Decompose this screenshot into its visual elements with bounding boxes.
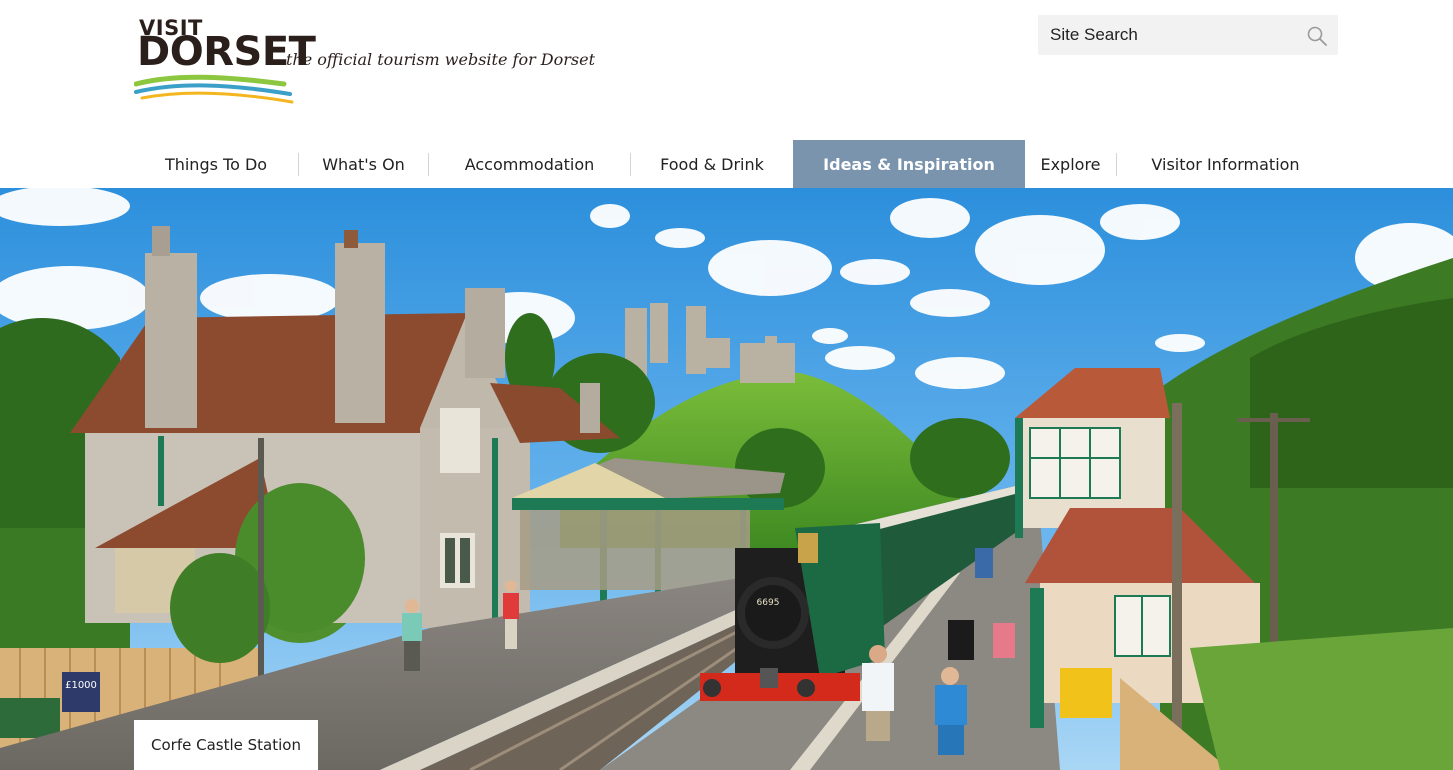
site-search <box>1038 15 1338 55</box>
search-icon[interactable] <box>1306 25 1328 47</box>
nav-item-things-to-do[interactable]: Things To Do <box>134 140 298 188</box>
hero-caption: Corfe Castle Station <box>134 720 318 770</box>
hero-banner[interactable]: £1000 6695 <box>0 188 1453 770</box>
logo-tagline: the official tourism website for Dorset <box>286 50 596 69</box>
nav-item-whats-on[interactable]: What's On <box>299 140 428 188</box>
nav-item-food-drink[interactable]: Food & Drink <box>631 140 793 188</box>
site-header: VISIT DORSET the official tourism websit… <box>0 0 1453 188</box>
nav-item-explore[interactable]: Explore <box>1025 140 1116 188</box>
main-navigation: Things To Do What's On Accommodation Foo… <box>134 140 1334 188</box>
hero-image-corfe-castle-station: £1000 6695 <box>0 188 1453 770</box>
nav-item-visitor-information[interactable]: Visitor Information <box>1117 140 1334 188</box>
search-input[interactable] <box>1038 15 1298 55</box>
nav-item-ideas-inspiration[interactable]: Ideas & Inspiration <box>793 140 1025 188</box>
hero-sign-text: £1000 <box>65 680 97 691</box>
logo-swoosh-icon <box>134 74 294 104</box>
visit-dorset-logo[interactable]: VISIT DORSET the official tourism websit… <box>134 14 595 106</box>
nav-item-accommodation[interactable]: Accommodation <box>429 140 630 188</box>
locomotive-number: 6695 <box>757 598 780 608</box>
